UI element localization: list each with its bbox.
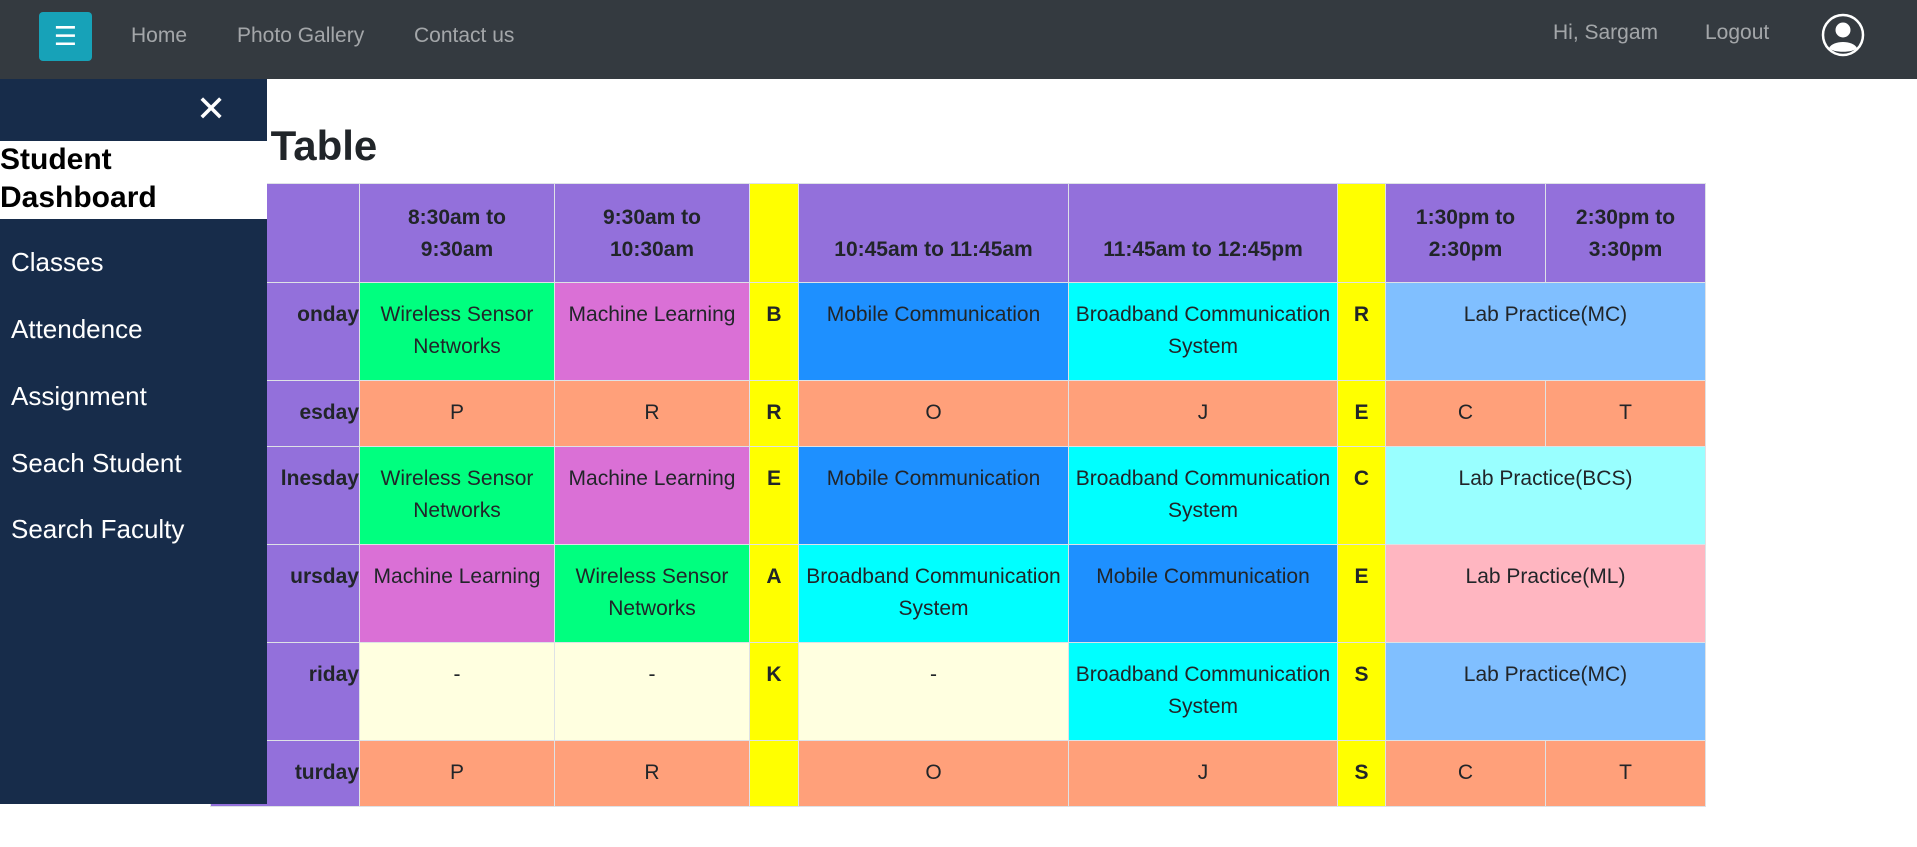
- user-greeting: Hi, Sargam: [1553, 21, 1659, 44]
- logout-link[interactable]: Logout: [1705, 21, 1769, 45]
- class-cell: C: [1385, 740, 1546, 807]
- class-cell: P: [359, 380, 555, 447]
- user-avatar-icon[interactable]: [1821, 13, 1865, 57]
- table-row: lnesday Wireless Sensor Networks Machine…: [210, 446, 1706, 545]
- break-cell: C: [1337, 446, 1386, 545]
- class-cell: Mobile Communication: [798, 446, 1069, 545]
- break-cell: S: [1337, 740, 1386, 807]
- lab-cell: Lab Practice(BCS): [1385, 446, 1706, 545]
- class-cell: Mobile Communication: [1068, 544, 1338, 643]
- header-slot-2: 9:30am to 10:30am: [554, 183, 750, 283]
- lab-cell: Lab Practice(MC): [1385, 282, 1706, 381]
- sidebar-title: Student Dashboard: [0, 141, 267, 219]
- timetable-header-row: 8:30am to 9:30am 9:30am to 10:30am 10:45am…: [210, 183, 1706, 283]
- class-cell: Wireless Sensor Networks: [554, 544, 750, 643]
- table-row: ursday Machine Learning Wireless Sensor …: [210, 544, 1706, 643]
- header-slot-6: 2:30pm to 3:30pm: [1545, 183, 1706, 283]
- lab-cell: Lab Practice(MC): [1385, 642, 1706, 741]
- nav-link-home[interactable]: Home: [131, 24, 187, 48]
- hamburger-menu-button[interactable]: ☰: [39, 12, 92, 61]
- sidebar-item-attendence[interactable]: Attendence: [11, 314, 143, 345]
- nav-link-contact-us[interactable]: Contact us: [414, 24, 514, 48]
- header-break-1: [749, 183, 799, 283]
- break-cell: E: [1337, 380, 1386, 447]
- sidebar: ✕ Student Dashboard Classes Attendence As…: [0, 79, 267, 804]
- class-cell: T: [1545, 740, 1706, 807]
- break-cell: [749, 740, 799, 807]
- class-cell: Mobile Communication: [798, 282, 1069, 381]
- header-slot-4: 11:45am to 12:45pm: [1068, 183, 1338, 283]
- break-cell: E: [1337, 544, 1386, 643]
- table-row: esday P R R O J E C T: [210, 380, 1706, 447]
- break-cell: S: [1337, 642, 1386, 741]
- top-navbar: ☰ Home Photo Gallery Contact us Hi, Sarg…: [0, 0, 1917, 79]
- class-cell: Machine Learning: [359, 544, 555, 643]
- class-cell: Wireless Sensor Networks: [359, 446, 555, 545]
- class-cell: Broadband Communication System: [1068, 282, 1338, 381]
- class-cell: -: [554, 642, 750, 741]
- class-cell: O: [798, 740, 1069, 807]
- class-cell: J: [1068, 740, 1338, 807]
- sidebar-item-search-faculty[interactable]: Search Faculty: [11, 514, 184, 545]
- close-icon[interactable]: ✕: [196, 91, 226, 127]
- break-cell: E: [749, 446, 799, 545]
- table-row: onday Wireless Sensor Networks Machine L…: [210, 282, 1706, 381]
- class-cell: R: [554, 380, 750, 447]
- break-cell: B: [749, 282, 799, 381]
- header-slot-1: 8:30am to 9:30am: [359, 183, 555, 283]
- class-cell: O: [798, 380, 1069, 447]
- class-cell: Broadband Communication System: [1068, 446, 1338, 545]
- class-cell: C: [1385, 380, 1546, 447]
- class-cell: -: [359, 642, 555, 741]
- class-cell: Wireless Sensor Networks: [359, 282, 555, 381]
- break-cell: R: [1337, 282, 1386, 381]
- class-cell: Machine Learning: [554, 446, 750, 545]
- timetable: 8:30am to 9:30am 9:30am to 10:30am 10:45am…: [210, 183, 1706, 807]
- table-row: turday P R O J S C T: [210, 740, 1706, 807]
- hamburger-icon: ☰: [53, 21, 78, 51]
- lab-cell: Lab Practice(ML): [1385, 544, 1706, 643]
- break-cell: K: [749, 642, 799, 741]
- sidebar-item-classes[interactable]: Classes: [11, 247, 103, 278]
- break-cell: R: [749, 380, 799, 447]
- class-cell: Broadband Communication System: [798, 544, 1069, 643]
- class-cell: Broadband Communication System: [1068, 642, 1338, 741]
- table-row: riday - - K - Broadband Communication Sy…: [210, 642, 1706, 741]
- class-cell: Machine Learning: [554, 282, 750, 381]
- break-cell: A: [749, 544, 799, 643]
- class-cell: -: [798, 642, 1069, 741]
- nav-link-photo-gallery[interactable]: Photo Gallery: [237, 24, 364, 48]
- header-break-2: [1337, 183, 1386, 283]
- class-cell: R: [554, 740, 750, 807]
- class-cell: T: [1545, 380, 1706, 447]
- sidebar-item-search-student[interactable]: Seach Student: [11, 448, 182, 479]
- class-cell: P: [359, 740, 555, 807]
- header-slot-3: 10:45am to 11:45am: [798, 183, 1069, 283]
- sidebar-item-assignment[interactable]: Assignment: [11, 381, 147, 412]
- class-cell: J: [1068, 380, 1338, 447]
- header-slot-5: 1:30pm to 2:30pm: [1385, 183, 1546, 283]
